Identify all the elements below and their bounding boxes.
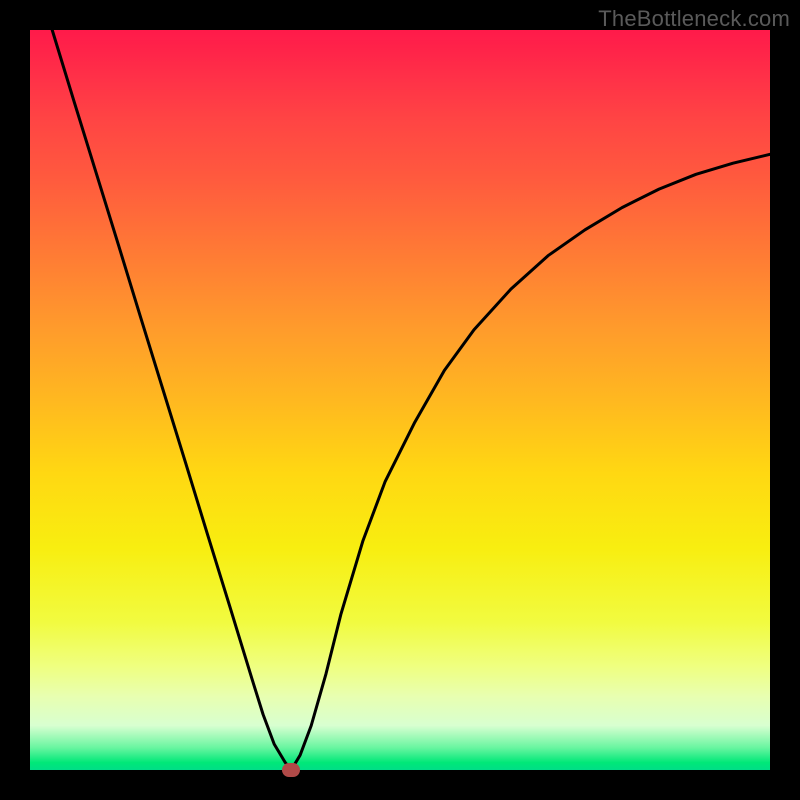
watermark-text: TheBottleneck.com <box>598 6 790 32</box>
optimum-marker <box>282 763 300 777</box>
plot-area <box>30 30 770 770</box>
bottleneck-curve <box>52 30 770 770</box>
curve-svg <box>30 30 770 770</box>
chart-container: TheBottleneck.com <box>0 0 800 800</box>
